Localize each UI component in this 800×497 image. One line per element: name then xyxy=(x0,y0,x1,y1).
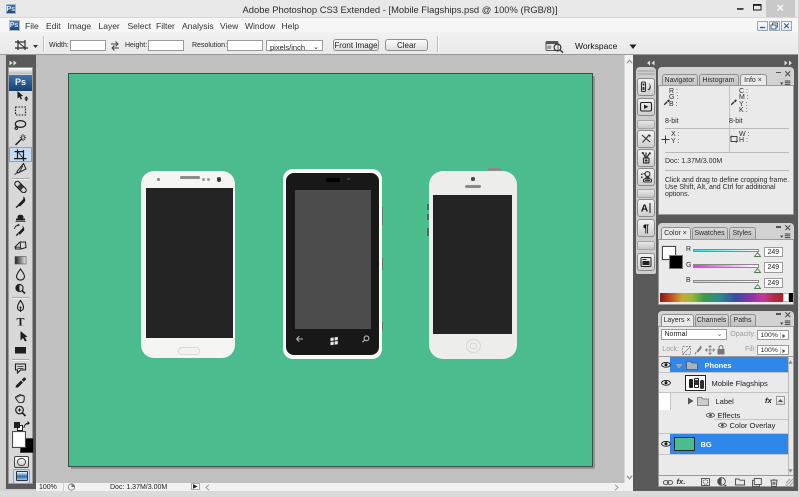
svg-text:T: T xyxy=(16,314,24,327)
svg-text:¶: ¶ xyxy=(643,223,649,235)
svg-text:A: A xyxy=(641,204,648,215)
